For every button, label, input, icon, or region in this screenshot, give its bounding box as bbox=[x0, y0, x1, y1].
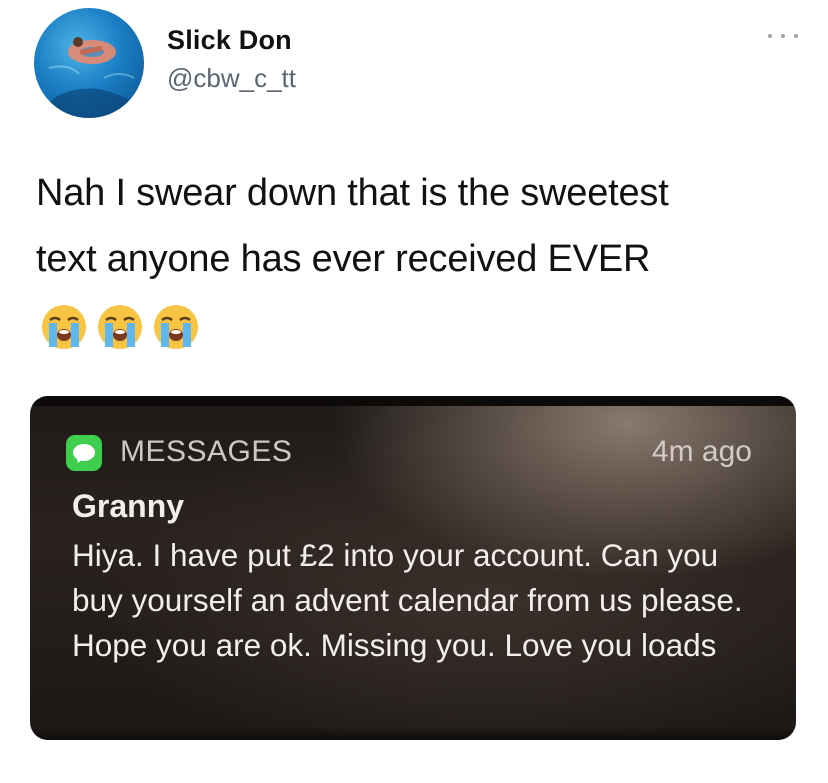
notification-timestamp: 4m ago bbox=[651, 435, 752, 468]
emoji-row bbox=[40, 303, 200, 351]
loudly-crying-face-icon bbox=[42, 305, 86, 349]
author-block: Slick Don @cbw_c_tt bbox=[167, 24, 296, 94]
tweet-text: Nah I swear down that is the sweetest te… bbox=[36, 160, 806, 292]
messages-app-icon bbox=[66, 435, 102, 471]
display-name[interactable]: Slick Don bbox=[167, 24, 296, 56]
dot bbox=[781, 34, 785, 38]
notification-message: Hiya. I have put £2 into your account. C… bbox=[72, 537, 743, 663]
tweet-header: Slick Don @cbw_c_tt bbox=[34, 8, 804, 118]
user-handle[interactable]: @cbw_c_tt bbox=[167, 62, 296, 94]
more-options-icon[interactable] bbox=[768, 30, 798, 42]
tweet-text-line-1: Nah I swear down that is the sweetest bbox=[36, 172, 669, 214]
notification-header: MESSAGES 4m ago bbox=[66, 432, 752, 472]
notification-sender: Granny bbox=[72, 488, 185, 524]
loudly-crying-face-icon bbox=[98, 305, 142, 349]
loudly-crying-face-icon bbox=[154, 305, 198, 349]
dot bbox=[794, 34, 798, 38]
notification-app-name: MESSAGES bbox=[120, 435, 293, 468]
tweet-text-line-2: text anyone has ever received EVER bbox=[36, 238, 651, 280]
avatar[interactable] bbox=[34, 8, 144, 118]
dot bbox=[768, 34, 772, 38]
